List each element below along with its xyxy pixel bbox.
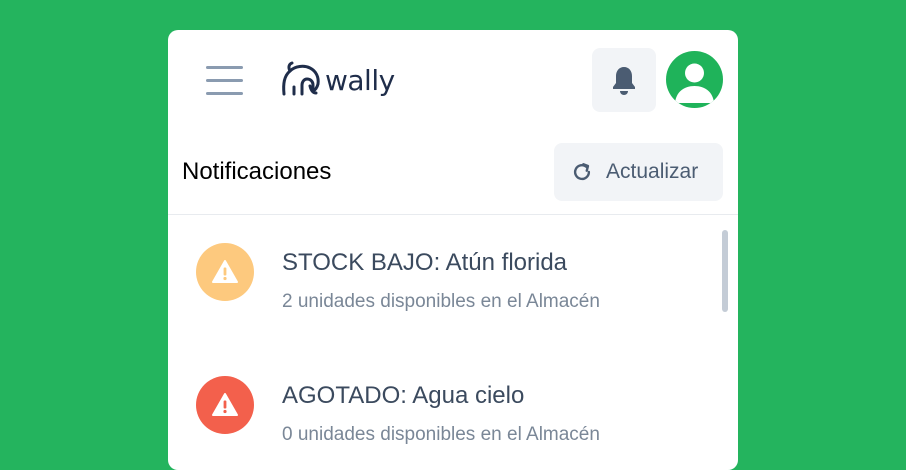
warning-icon bbox=[196, 376, 254, 434]
bell-icon bbox=[613, 67, 635, 95]
user-avatar-icon bbox=[675, 63, 714, 103]
notifications-button[interactable] bbox=[592, 48, 656, 112]
refresh-label: Actualizar bbox=[606, 160, 699, 183]
notification-item[interactable]: STOCK BAJO: Atún florida 2 unidades disp… bbox=[168, 216, 718, 326]
scrollbar-thumb[interactable] bbox=[722, 230, 728, 312]
refresh-icon bbox=[574, 163, 591, 181]
brand-logo[interactable]: wally bbox=[280, 58, 395, 102]
app-window: wally Notificaciones Actualizar STOCK BA… bbox=[168, 30, 738, 470]
warning-icon bbox=[196, 243, 254, 301]
notification-title: AGOTADO: Agua cielo bbox=[282, 382, 525, 409]
notification-title: STOCK BAJO: Atún florida bbox=[282, 249, 568, 276]
user-avatar[interactable] bbox=[666, 51, 723, 108]
notification-subtitle: 0 unidades disponibles en el Almacén bbox=[282, 424, 600, 445]
notification-item[interactable]: AGOTADO: Agua cielo 0 unidades disponibl… bbox=[168, 350, 718, 460]
page-title: Notificaciones bbox=[182, 158, 332, 185]
elephant-logo-icon bbox=[282, 61, 320, 96]
refresh-button[interactable]: Actualizar bbox=[554, 143, 723, 201]
header-divider bbox=[168, 214, 738, 215]
hamburger-menu-icon[interactable] bbox=[206, 64, 243, 96]
notification-subtitle: 2 unidades disponibles en el Almacén bbox=[282, 291, 600, 312]
brand-name: wally bbox=[325, 63, 395, 97]
